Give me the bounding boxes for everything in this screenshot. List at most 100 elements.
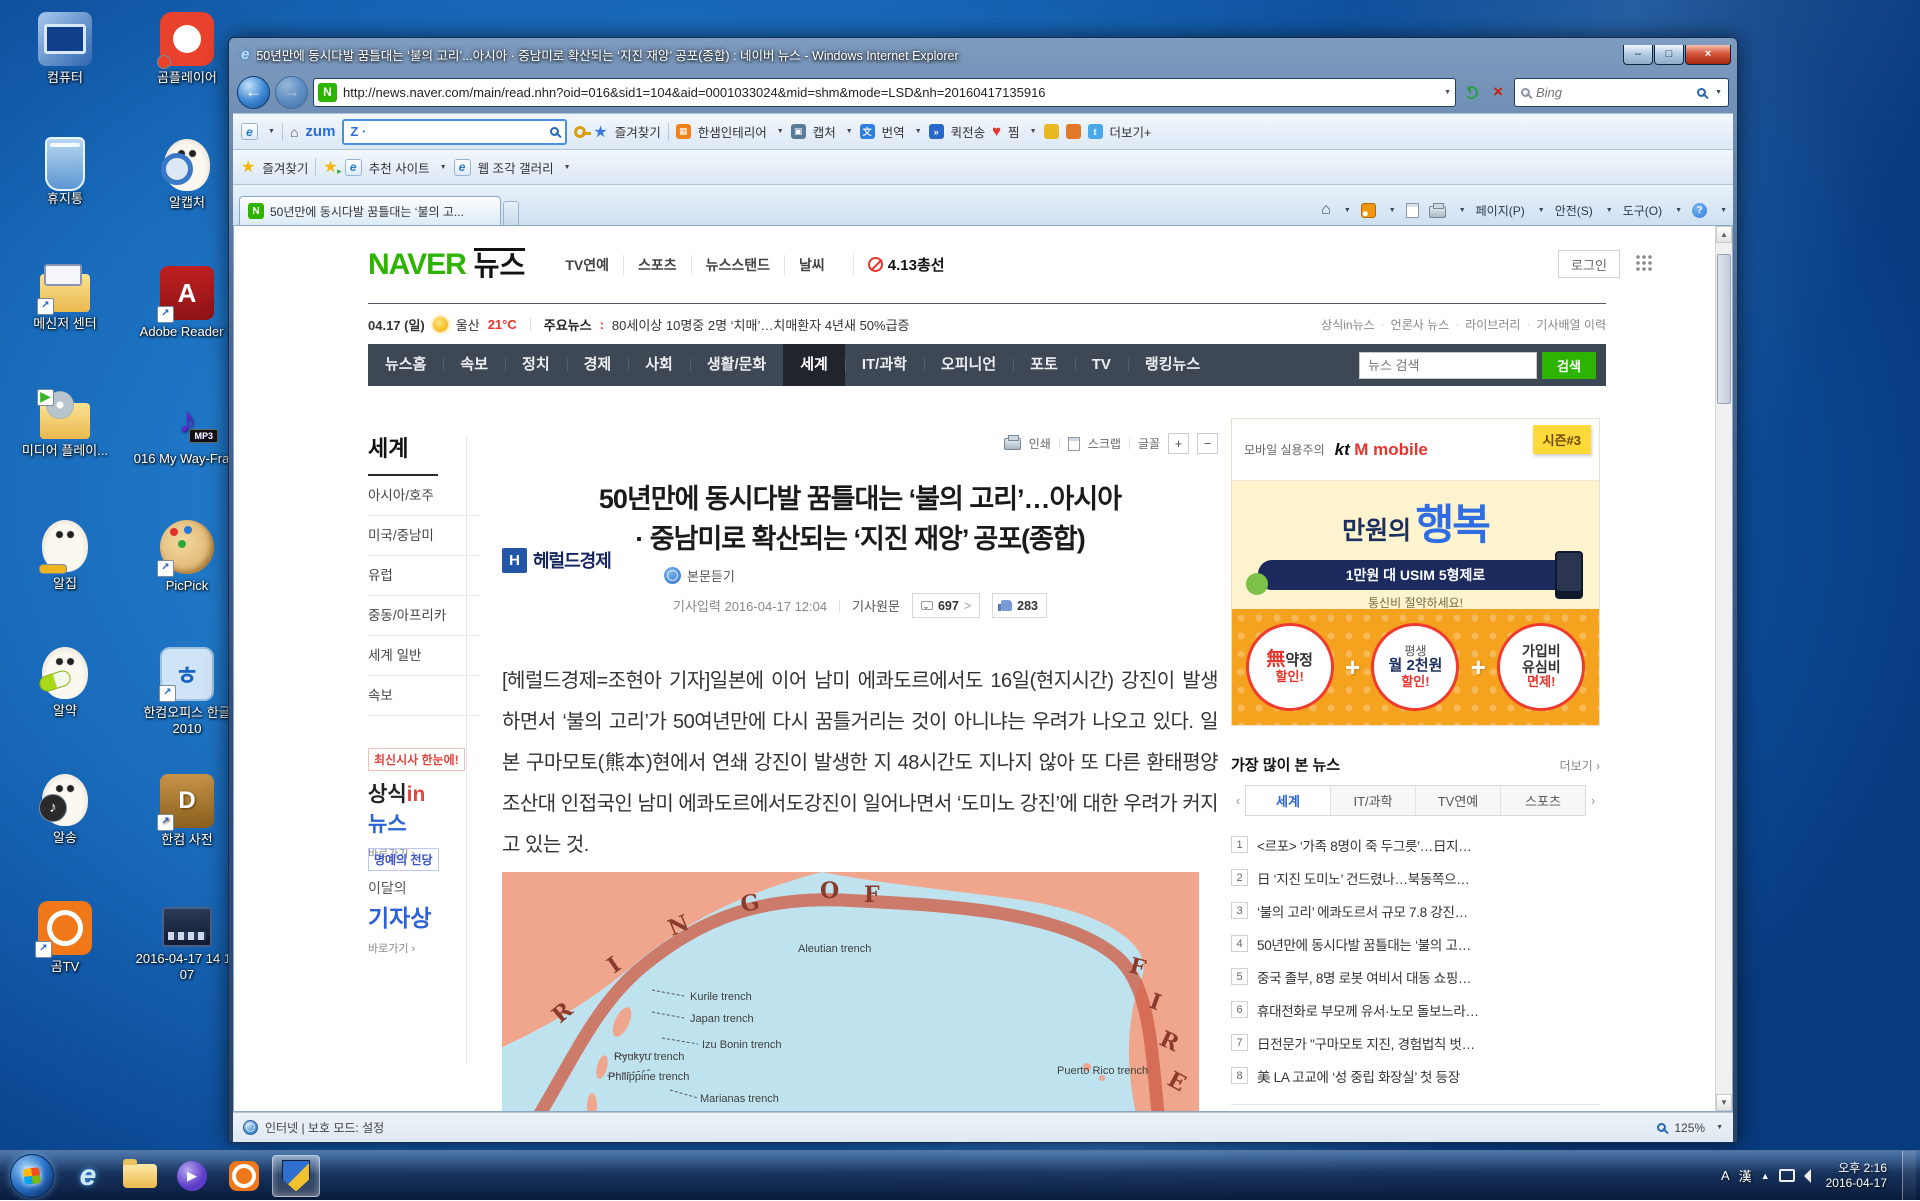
zum-extra-icon-1[interactable] [1044,124,1059,139]
tabs-prev-icon[interactable]: ‹ [1231,793,1245,808]
zoom-magnifier-icon[interactable] [1657,1123,1666,1132]
suggested-sites-button[interactable]: 추천 사이트 [369,158,430,177]
listen-button[interactable]: 본문듣기 [664,566,735,585]
news-search-button[interactable]: 검색 [1542,352,1596,379]
news-list-item[interactable]: 7日전문가 "구마모토 지진, 경험법칙 벗… [1231,1026,1600,1059]
news-list-item[interactable]: 2日 ‘지진 도미노’ 건드렸나…북동쪽으… [1231,861,1600,894]
article-print-label[interactable]: 인쇄 [1029,435,1051,452]
sidebar-item-america[interactable]: 미국/중남미 [368,516,480,556]
search-dropdown-icon[interactable]: ▼ [1715,89,1722,96]
desktop-icon-messenger-center[interactable]: 메신저 센터 [6,258,124,385]
desktop-icon-computer[interactable]: 컴퓨터 [6,4,124,131]
read-mail-icon[interactable] [1406,203,1419,218]
like-button[interactable]: 283 [992,593,1047,618]
wish-caret[interactable]: ▼ [1030,128,1037,135]
help-icon[interactable]: ? [1692,203,1707,218]
zum-favorites-label[interactable]: 즐겨찾기 [615,122,661,141]
hanssem-button[interactable]: 한샘인테리어 [698,122,767,141]
tools-caret[interactable]: ▼ [1675,207,1682,214]
sidebar-item-mideast-africa[interactable]: 중동/아프리카 [368,596,480,636]
favorites-button[interactable]: 즐겨찾기 [262,158,308,177]
web-slice-caret[interactable]: ▼ [564,164,571,171]
zum-search-box[interactable]: Z · [342,119,567,145]
capture-caret[interactable]: ▼ [846,128,853,135]
safety-menu[interactable]: 안전(S) [1555,202,1593,219]
help-caret[interactable]: ▼ [1720,207,1727,214]
promo2-link[interactable]: 바로가기 › [368,940,488,956]
network-icon[interactable] [1779,1169,1795,1182]
header-menu-tv[interactable]: TV연예 [551,255,623,275]
nav-society[interactable]: 사회 [628,344,690,386]
desktop-icon-alzip[interactable]: 알집 [6,512,124,639]
close-button[interactable]: × [1685,45,1731,65]
font-smaller-button[interactable]: − [1197,433,1218,454]
desktop-icon-media-player[interactable]: 미디어 플레이... [6,385,124,512]
news-list-item[interactable]: 8美 LA 고교에 ‘성 중립 화장실’ 첫 등장 [1231,1059,1600,1092]
election-link[interactable]: 4.13총선 [853,254,945,275]
zum-logo[interactable]: zum [305,123,335,140]
desktop-icon-alsong[interactable]: 알송 [6,766,124,893]
nav-economy[interactable]: 경제 [567,344,629,386]
page-menu[interactable]: 페이지(P) [1476,202,1525,219]
zoom-caret[interactable]: ▼ [1716,1124,1723,1131]
web-slice-gallery-button[interactable]: 웹 조각 갤러리 [478,158,554,177]
link-article-history[interactable]: 기사배열 이력 [1536,316,1606,333]
news-list-item[interactable]: 3‘불의 고리’ 에콰도르서 규모 7.8 강진… [1231,894,1600,927]
kt-mmobile-ad[interactable]: 모바일 실용주의 kt M mobile 시즌#3 만원의 행복 1만원 대 U… [1231,418,1600,726]
article-scrap-icon[interactable] [1068,437,1080,451]
most-viewed-tab-tv[interactable]: TV연예 [1415,786,1500,815]
language-indicator-han[interactable]: 漢 [1739,1166,1752,1185]
show-desktop-button[interactable] [1902,1151,1916,1201]
print-caret[interactable]: ▼ [1459,207,1466,214]
city-label[interactable]: 울산 [456,315,480,334]
naver-news-logo[interactable]: 뉴스 [474,248,526,281]
nav-opinion[interactable]: 오피니언 [924,344,1013,386]
nav-ranking[interactable]: 랭킹뉴스 [1128,344,1217,386]
news-list-item[interactable]: 5중국 졸부, 8명 로봇 여비서 대동 쇼핑… [1231,960,1600,993]
news-search-input[interactable] [1359,352,1537,379]
article-font-label[interactable]: 글꼴 [1138,435,1160,452]
address-field[interactable]: N http://news.naver.com/main/read.nhn?oi… [313,78,1456,107]
desktop-icon-gom-tv[interactable]: 곰TV [6,893,124,1020]
page-caret[interactable]: ▼ [1538,207,1545,214]
clock[interactable]: 오후 2:16 2016-04-17 [1826,1161,1887,1191]
nav-politics[interactable]: 정치 [505,344,567,386]
minimize-button[interactable]: – [1623,45,1653,65]
nav-world[interactable]: 세계 [783,344,845,386]
sidebar-item-world-general[interactable]: 세계 일반 [368,636,480,676]
commonsense-promo[interactable]: 최신시사 한눈에! 상식in뉴스 바로가기 › [368,748,488,861]
title-bar[interactable]: e 50년만에 동시다발 꿈틀대는 ‘불의 고리’...아시아 · 중남미로 확… [233,38,1733,71]
maximize-button[interactable]: □ [1654,45,1684,65]
original-article-link[interactable]: 기사원문 [852,596,900,615]
ie-menu-icon[interactable]: e [241,123,258,140]
hanssem-caret[interactable]: ▼ [777,128,784,135]
nav-tv[interactable]: TV [1075,344,1128,386]
bing-search-input[interactable] [1536,85,1691,100]
nav-it-science[interactable]: IT/과학 [845,344,924,386]
font-larger-button[interactable]: + [1168,433,1189,454]
nav-life-culture[interactable]: 생활/문화 [690,344,783,386]
zum-search-input[interactable] [370,124,546,139]
start-button[interactable] [10,1154,54,1198]
new-tab-button[interactable] [503,201,519,225]
translate-caret[interactable]: ▼ [915,128,922,135]
sidebar-item-europe[interactable]: 유럽 [368,556,480,596]
vertical-scrollbar[interactable]: ▲ ▼ [1715,226,1732,1111]
tools-menu[interactable]: 도구(O) [1623,202,1662,219]
add-favorite-icon[interactable]: ★▸ [323,157,337,177]
zum-extra-icon-2[interactable] [1066,124,1081,139]
taskbar-alyac[interactable] [272,1155,320,1197]
header-menu-newsstand[interactable]: 뉴스스탠드 [691,255,784,275]
apps-grid-icon[interactable] [1635,254,1653,272]
scroll-up-icon[interactable]: ▲ [1716,226,1732,243]
home-icon[interactable]: ⌂ [1321,201,1331,219]
zum-search-icon[interactable] [550,127,559,136]
most-viewed-tab-world[interactable]: 세계 [1246,786,1330,815]
nav-news-home[interactable]: 뉴스홈 [368,344,443,386]
scrollbar-thumb[interactable] [1717,254,1731,404]
news-list-item[interactable]: 6휴대전화로 부모께 유서·노모 돌보느라… [1231,993,1600,1026]
back-button[interactable]: ← [237,76,270,109]
taskbar-media-player[interactable]: ▶ [168,1155,216,1197]
rss-caret[interactable]: ▼ [1389,207,1396,214]
forward-button[interactable]: → [275,76,308,109]
